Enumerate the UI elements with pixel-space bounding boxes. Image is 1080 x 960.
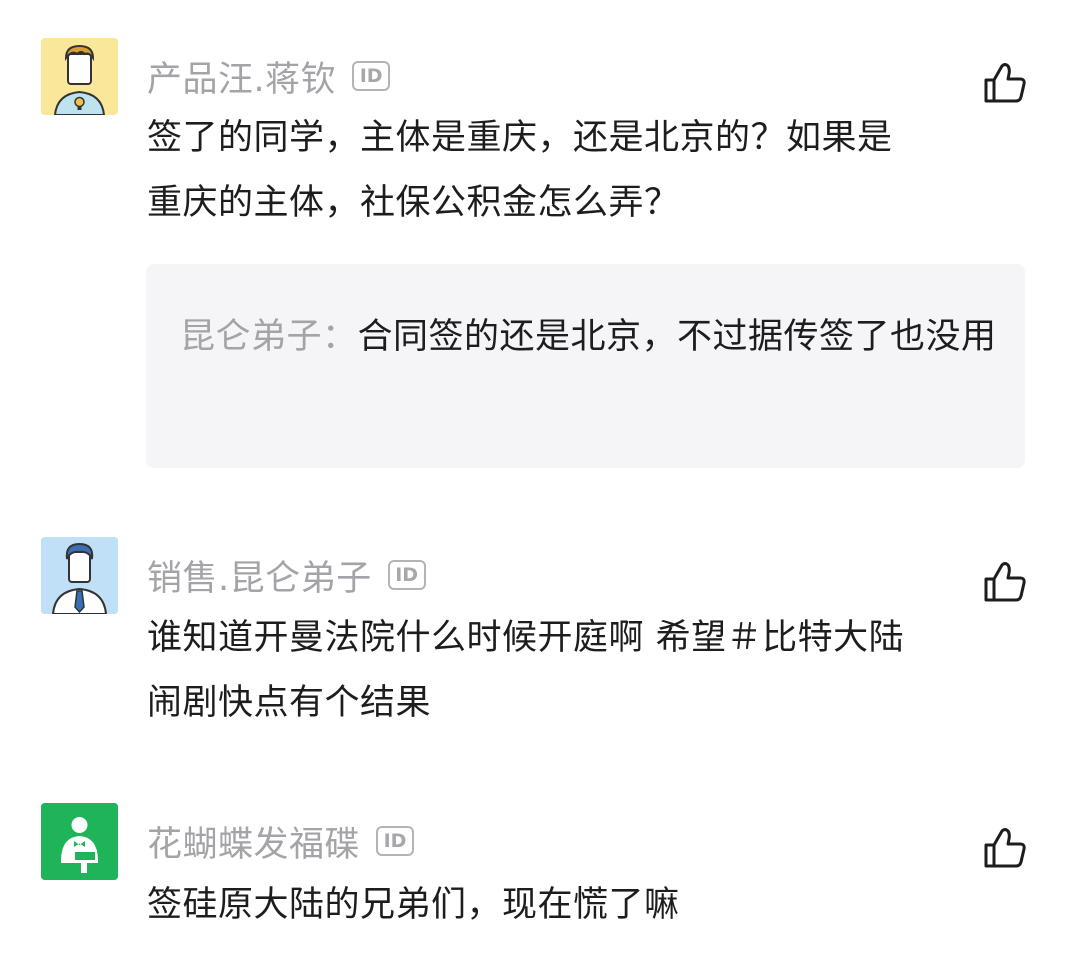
comment-item: 花蝴蝶发福碟 ID 签硅原大陆的兄弟们，现在慌了嘛 (0, 0, 1080, 960)
author-name[interactable]: 花蝴蝶发福碟 (147, 816, 360, 867)
comment-text-line: 签硅原大陆的兄弟们，现在慌了嘛 (147, 885, 680, 925)
avatar[interactable] (41, 803, 118, 880)
thumbs-up-icon (984, 828, 1026, 868)
author-row: 花蝴蝶发福碟 ID (147, 816, 415, 867)
comment-text: 签硅原大陆的兄弟们，现在慌了嘛 (147, 873, 977, 938)
id-badge: ID (376, 826, 415, 856)
like-button[interactable] (982, 825, 1028, 871)
waiter-avatar-icon (41, 803, 118, 880)
